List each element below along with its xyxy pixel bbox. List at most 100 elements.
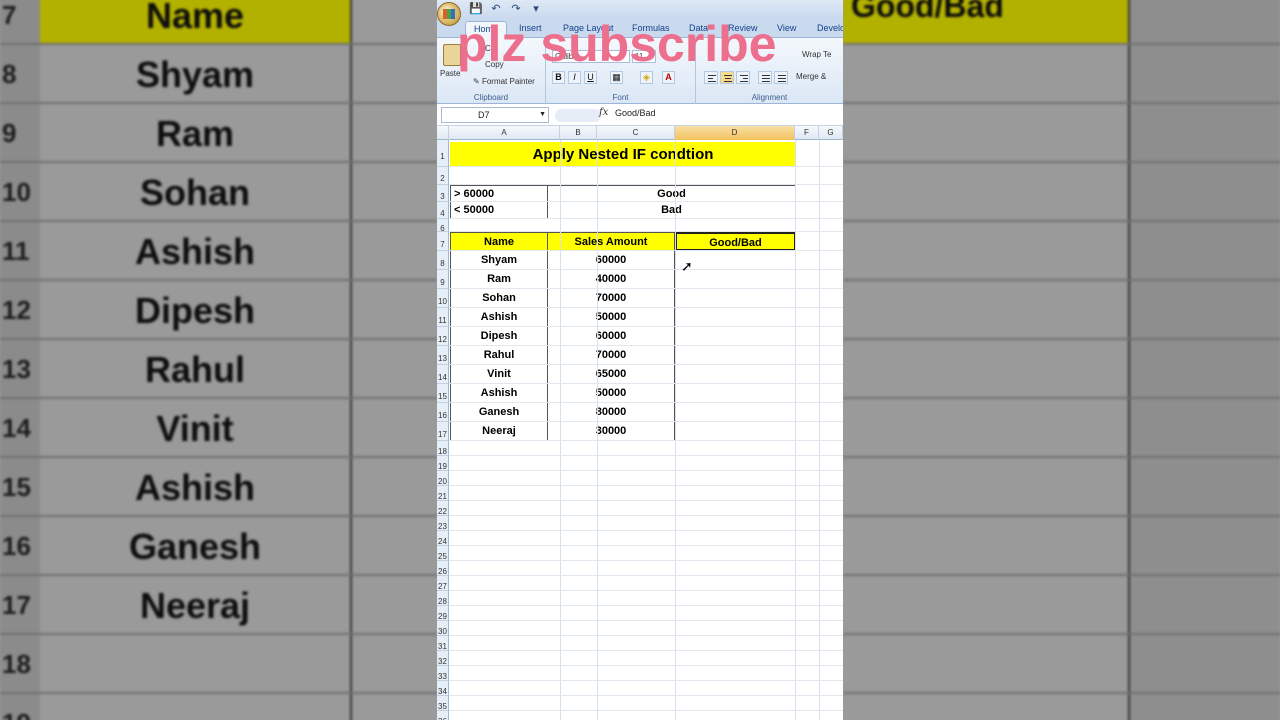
row-header[interactable]: 14	[437, 365, 449, 384]
table-cell-result[interactable]	[675, 346, 796, 365]
row-header[interactable]: 36	[437, 711, 449, 720]
insert-function-icon[interactable]: fx	[599, 107, 608, 118]
criteria-result[interactable]: Good	[547, 185, 796, 202]
row-header[interactable]: 31	[437, 636, 449, 651]
table-cell-result[interactable]	[675, 308, 796, 327]
row-header[interactable]: 6	[437, 219, 449, 232]
bg-result-cell: Good/Bad	[843, 0, 1130, 43]
table-cell-name[interactable]: Ganesh	[450, 403, 548, 422]
column-header-b[interactable]: B	[560, 126, 597, 140]
criteria-condition[interactable]: < 50000	[450, 202, 548, 219]
row-header[interactable]: 18	[437, 441, 449, 456]
row-header[interactable]: 30	[437, 621, 449, 636]
table-cell-amount[interactable]: 30000	[547, 422, 675, 441]
row-header[interactable]: 22	[437, 501, 449, 516]
row-header[interactable]: 35	[437, 696, 449, 711]
row-header[interactable]: 11	[437, 308, 449, 327]
table-cell-amount[interactable]: 80000	[547, 403, 675, 422]
table-cell-name[interactable]: Ashish	[450, 384, 548, 403]
row-header[interactable]: 2	[437, 167, 449, 185]
row-header[interactable]: 23	[437, 516, 449, 531]
table-cell-amount[interactable]: 40000	[547, 270, 675, 289]
table-cell-name[interactable]: Shyam	[450, 251, 548, 270]
table-cell-result[interactable]	[675, 365, 796, 384]
bg-row-number: 8	[0, 45, 40, 102]
row-header[interactable]: 32	[437, 651, 449, 666]
table-cell-amount[interactable]: 65000	[547, 365, 675, 384]
table-cell-result[interactable]	[675, 384, 796, 403]
table-cell-result[interactable]	[675, 403, 796, 422]
table-cell-name[interactable]: Vinit	[450, 365, 548, 384]
table-cell-name[interactable]: Ram	[450, 270, 548, 289]
name-box[interactable]: D7 ▼	[441, 107, 549, 123]
grid-line	[449, 288, 843, 289]
bg-result-cell	[843, 163, 1130, 220]
table-cell-result[interactable]	[675, 422, 796, 441]
format-painter-button[interactable]: ✎ Format Painter	[473, 77, 535, 86]
table-header-cell[interactable]: Sales Amount	[547, 232, 675, 251]
table-cell-result[interactable]	[675, 251, 796, 270]
table-cell-name[interactable]: Ashish	[450, 308, 548, 327]
tab-view[interactable]: View	[777, 23, 796, 33]
row-header[interactable]: 8	[437, 251, 449, 270]
row-header[interactable]: 33	[437, 666, 449, 681]
row-header[interactable]: 15	[437, 384, 449, 403]
row-header[interactable]: 7	[437, 232, 449, 251]
table-header-cell[interactable]: Name	[450, 232, 548, 251]
table-cell-amount[interactable]: 50000	[547, 308, 675, 327]
row-header[interactable]: 29	[437, 606, 449, 621]
row-header[interactable]: 25	[437, 546, 449, 561]
column-header-c[interactable]: C	[597, 126, 675, 140]
table-cell-name[interactable]: Sohan	[450, 289, 548, 308]
row-header[interactable]: 17	[437, 422, 449, 441]
bg-result-cell	[843, 222, 1130, 279]
column-header-f[interactable]: F	[795, 126, 819, 140]
bg-name-cell: Sohan	[40, 163, 352, 220]
column-header-g[interactable]: G	[819, 126, 843, 140]
bg-right-row	[843, 635, 1280, 694]
row-header[interactable]: 12	[437, 327, 449, 346]
merge-center-button[interactable]: Merge &	[796, 72, 826, 81]
table-cell-result[interactable]	[675, 327, 796, 346]
worksheet-grid[interactable]: Apply Nested IF condtion > 60000 Good < 50…	[437, 140, 843, 720]
table-cell-name[interactable]: Dipesh	[450, 327, 548, 346]
criteria-result[interactable]: Bad	[547, 202, 796, 219]
row-header[interactable]: 3	[437, 185, 449, 202]
grid-line	[449, 500, 843, 501]
row-header[interactable]: 1	[437, 140, 449, 167]
table-cell-amount[interactable]: 70000	[547, 289, 675, 308]
row-header[interactable]: 19	[437, 456, 449, 471]
table-cell-amount[interactable]: 50000	[547, 384, 675, 403]
row-header[interactable]: 27	[437, 576, 449, 591]
row-header[interactable]: 16	[437, 403, 449, 422]
table-cell-name[interactable]: Neeraj	[450, 422, 548, 441]
row-header[interactable]: 10	[437, 289, 449, 308]
criteria-condition[interactable]: > 60000	[450, 185, 548, 202]
wrap-text-button[interactable]: Wrap Te	[802, 50, 832, 59]
table-cell-amount[interactable]: 60000	[547, 327, 675, 346]
tab-developer[interactable]: Develo	[817, 23, 843, 33]
row-header[interactable]: 9	[437, 270, 449, 289]
table-cell-name[interactable]: Rahul	[450, 346, 548, 365]
column-header-a[interactable]: A	[449, 126, 560, 140]
grid-line	[449, 383, 843, 384]
row-header[interactable]: 4	[437, 202, 449, 219]
sheet-title[interactable]: Apply Nested IF condtion	[450, 142, 796, 167]
row-header[interactable]: 21	[437, 486, 449, 501]
grid-line	[449, 231, 843, 232]
table-cell-result[interactable]	[675, 289, 796, 308]
table-cell-result[interactable]	[675, 270, 796, 289]
column-header-d[interactable]: D	[675, 126, 795, 140]
row-header[interactable]: 20	[437, 471, 449, 486]
chevron-down-icon[interactable]: ▼	[539, 108, 546, 122]
row-header[interactable]: 34	[437, 681, 449, 696]
row-header[interactable]: 24	[437, 531, 449, 546]
row-header[interactable]: 26	[437, 561, 449, 576]
select-all-corner[interactable]	[437, 126, 449, 140]
row-header[interactable]: 28	[437, 591, 449, 606]
table-header-cell[interactable]: Good/Bad	[675, 232, 796, 251]
formula-content[interactable]: Good/Bad	[615, 108, 656, 118]
row-header[interactable]: 13	[437, 346, 449, 365]
table-cell-amount[interactable]: 70000	[547, 346, 675, 365]
table-cell-amount[interactable]: 60000	[547, 251, 675, 270]
